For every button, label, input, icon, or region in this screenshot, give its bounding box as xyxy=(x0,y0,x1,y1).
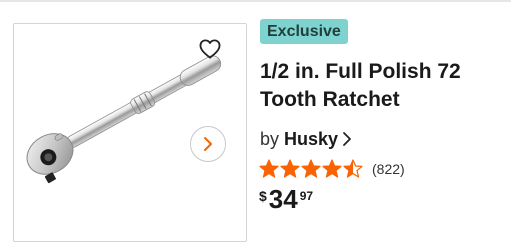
product-title: 1/2 in. Full Polish 72 Tooth Ratchet xyxy=(260,60,461,111)
star-icon xyxy=(259,159,279,178)
price-cents: 97 xyxy=(299,189,314,203)
brand-link[interactable]: by Husky xyxy=(260,128,352,150)
price-currency: $ xyxy=(259,188,267,204)
next-image-button[interactable] xyxy=(190,126,226,162)
star-icon xyxy=(343,159,363,178)
price: $ 34 97 xyxy=(259,185,313,213)
chevron-right-icon xyxy=(204,137,212,151)
brand-prefix: by xyxy=(260,129,280,149)
chevron-right-icon xyxy=(342,131,352,147)
star-icon xyxy=(280,159,300,178)
top-divider xyxy=(0,0,511,2)
product-image-card[interactable] xyxy=(13,23,247,242)
price-dollars: 34 xyxy=(268,184,298,214)
exclusive-badge: Exclusive xyxy=(260,19,348,44)
favorite-button[interactable] xyxy=(197,36,223,62)
brand-name[interactable]: Husky xyxy=(284,128,338,150)
review-count[interactable]: (822) xyxy=(372,161,405,177)
star-icon xyxy=(301,159,321,178)
rating-row[interactable]: (822) xyxy=(259,159,405,179)
star-icon xyxy=(322,159,342,178)
heart-outline-icon xyxy=(199,39,221,59)
star-rating xyxy=(259,159,363,179)
